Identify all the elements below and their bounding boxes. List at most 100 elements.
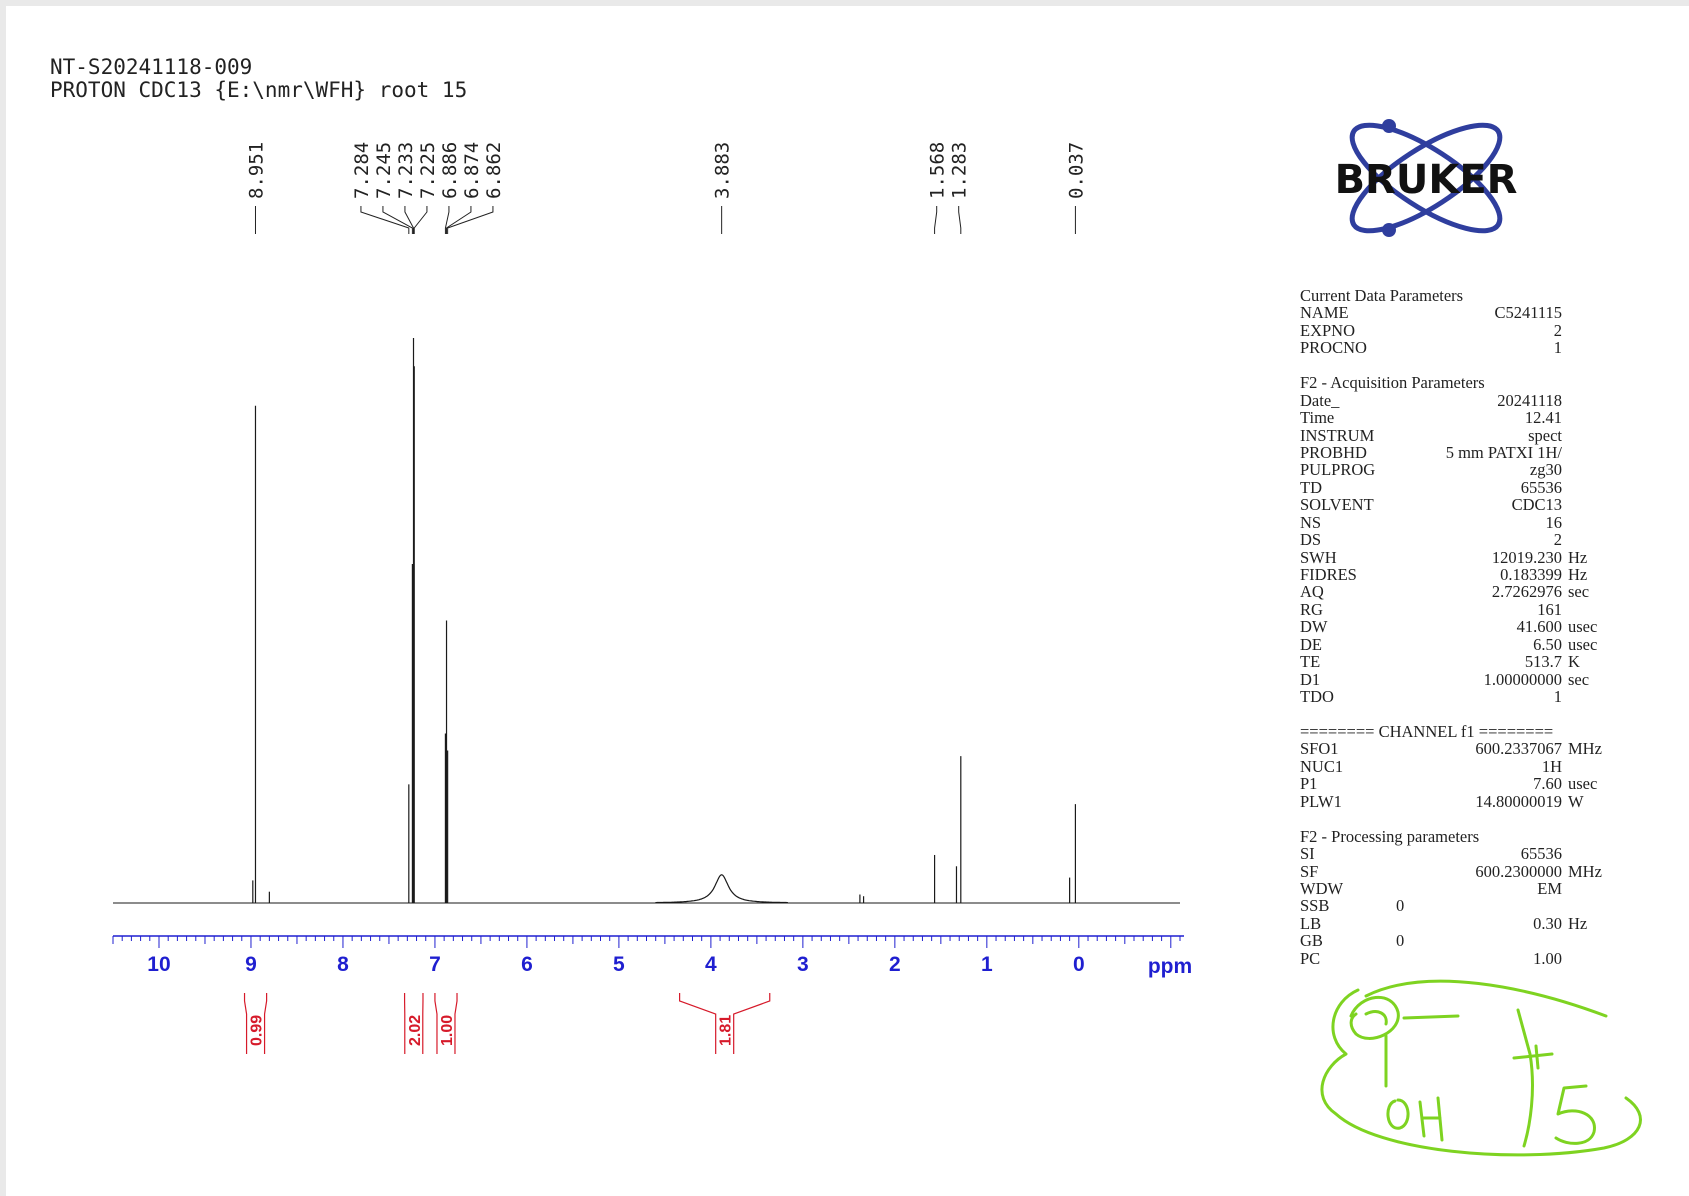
parameter-value: 1.00000000 — [1483, 669, 1562, 689]
parameter-value: 0 — [1396, 896, 1405, 916]
axis-tick-label: 8 — [337, 953, 349, 976]
axis-tick-label: 4 — [705, 953, 717, 976]
logo-electron-2 — [1382, 223, 1396, 237]
peak-label: 6.874 — [461, 142, 483, 199]
parameter-name: NAME — [1300, 303, 1349, 323]
parameter-name: PC — [1300, 948, 1321, 968]
axis-tick-label: 7 — [429, 953, 441, 976]
parameter-row: RG 161 — [1300, 599, 1630, 619]
axis-tick-label: 10 — [147, 953, 170, 976]
parameter-row: FIDRES 0.183399 Hz — [1300, 565, 1630, 585]
parameter-row: NAME C5241115 — [1300, 303, 1630, 323]
parameter-row: PROBHD 5 mm PATXI 1H/ — [1300, 442, 1630, 462]
parameter-value: 2.7262976 — [1491, 582, 1562, 602]
parameter-value: C5241115 — [1494, 303, 1562, 323]
broad-peak — [655, 874, 788, 904]
peak-label: 7.245 — [373, 142, 395, 199]
parameter-value: CDC13 — [1511, 495, 1562, 515]
parameter-row: P1 7.60 usec — [1300, 774, 1630, 794]
parameter-name: SFO1 — [1300, 739, 1339, 759]
parameter-unit: K — [1568, 652, 1580, 672]
parameter-name: EXPNO — [1300, 320, 1356, 340]
parameter-value: 5 mm PATXI 1H/ — [1445, 442, 1562, 462]
parameter-value: 41.600 — [1516, 617, 1562, 637]
peak-label-connector — [360, 206, 410, 234]
parameter-row: LB 0.30 Hz — [1300, 913, 1630, 933]
parameter-value: 600.2337067 — [1475, 739, 1562, 759]
parameter-name: Date_ — [1300, 390, 1340, 410]
logo-electron-1 — [1382, 119, 1396, 133]
parameter-value: spect — [1528, 425, 1562, 445]
parameter-unit: MHz — [1568, 739, 1602, 759]
parameter-name: PLW1 — [1300, 791, 1342, 811]
parameter-name: TDO — [1300, 687, 1334, 707]
peak-label: 1.568 — [927, 142, 949, 199]
parameter-value: 7.60 — [1533, 774, 1562, 794]
integral-layer: 0.99 2.02 1.00 1.81 — [243, 993, 771, 1054]
parameter-unit: Hz — [1568, 565, 1588, 585]
parameter-value: 1 — [1553, 338, 1562, 358]
parameter-name: AQ — [1300, 582, 1324, 602]
parameter-name: DW — [1300, 617, 1328, 637]
logo-wordmark: BRUKER — [1335, 157, 1518, 203]
parameter-name: SF — [1300, 861, 1319, 881]
parameter-unit: W — [1568, 791, 1584, 811]
axis-tick-label: 0 — [1073, 953, 1085, 976]
peak-label: 6.886 — [439, 142, 461, 199]
parameter-unit: usec — [1568, 634, 1598, 654]
parameter-value: 0 — [1396, 931, 1405, 951]
parameter-row: NUC1 1H — [1300, 757, 1630, 775]
parameter-value: 20241118 — [1497, 390, 1562, 410]
parameter-row: PC 1.00 — [1300, 948, 1630, 968]
parameter-unit: Hz — [1568, 547, 1588, 567]
parameter-name: TE — [1300, 652, 1321, 672]
axis-tick-label: 6 — [521, 953, 533, 976]
parameter-value: 6.50 — [1533, 634, 1562, 654]
peak-label: 7.233 — [395, 142, 417, 199]
parameter-value: 2 — [1553, 530, 1562, 550]
parameter-row: Time 12.41 — [1300, 408, 1630, 428]
parameter-section-title: Current Data Parameters — [1300, 286, 1464, 305]
parameter-row: PLW1 14.80000019 W — [1300, 791, 1630, 811]
trace-layer — [113, 338, 1180, 904]
parameter-value: 16 — [1545, 512, 1563, 532]
ppm-axis: 10 9 8 7 6 5 4 3 2 1 0 ppm — [112, 935, 1192, 978]
parameter-row: INSTRUM spect — [1300, 425, 1630, 445]
parameter-row: D1 1.00000000 sec — [1300, 669, 1630, 689]
parameter-name: D1 — [1300, 669, 1321, 689]
page: NT-S20241118-009 PROTON CDC13 {E:\nmr\WFH… — [0, 0, 1689, 1196]
parameter-value: 1.00 — [1533, 948, 1562, 968]
parameter-unit: sec — [1568, 669, 1590, 689]
parameter-name: RG — [1300, 599, 1323, 619]
peak-label-connector — [413, 206, 428, 234]
peak-label: 7.284 — [351, 142, 373, 199]
parameter-row: AQ 2.7262976 sec — [1300, 582, 1630, 602]
axis-tick-label: 1 — [981, 953, 993, 976]
parameter-row: DS 2 — [1300, 530, 1630, 550]
parameter-row: SSB 0 — [1300, 896, 1630, 916]
parameter-unit: usec — [1568, 617, 1598, 637]
parameter-value: 12.41 — [1524, 408, 1562, 428]
parameter-name: GB — [1300, 931, 1323, 951]
parameter-value: 161 — [1537, 599, 1562, 619]
integral-value: 1.00 — [439, 1015, 456, 1046]
handwritten-annotation — [1320, 979, 1642, 1157]
parameter-name: FIDRES — [1300, 565, 1357, 585]
parameter-unit: Hz — [1568, 913, 1588, 933]
parameter-row: DE 6.50 usec — [1300, 634, 1630, 654]
parameter-value: 12019.230 — [1491, 547, 1562, 567]
parameter-name: PROBHD — [1300, 442, 1367, 462]
parameter-value: 65536 — [1520, 844, 1562, 864]
parameter-section-title: ======== CHANNEL f1 ======== — [1300, 721, 1554, 741]
peak-label: 8.951 — [245, 142, 267, 199]
parameter-row: NS 16 — [1300, 512, 1630, 532]
parameter-name: INSTRUM — [1300, 425, 1375, 445]
parameter-value: 600.2300000 — [1475, 861, 1562, 881]
parameter-name: WDW — [1300, 878, 1344, 898]
parameter-name: Time — [1300, 408, 1335, 428]
parameter-row: EXPNO 2 — [1300, 320, 1630, 340]
parameter-row: Date_ 20241118 — [1300, 390, 1630, 410]
parameter-value: 0.30 — [1533, 913, 1562, 933]
